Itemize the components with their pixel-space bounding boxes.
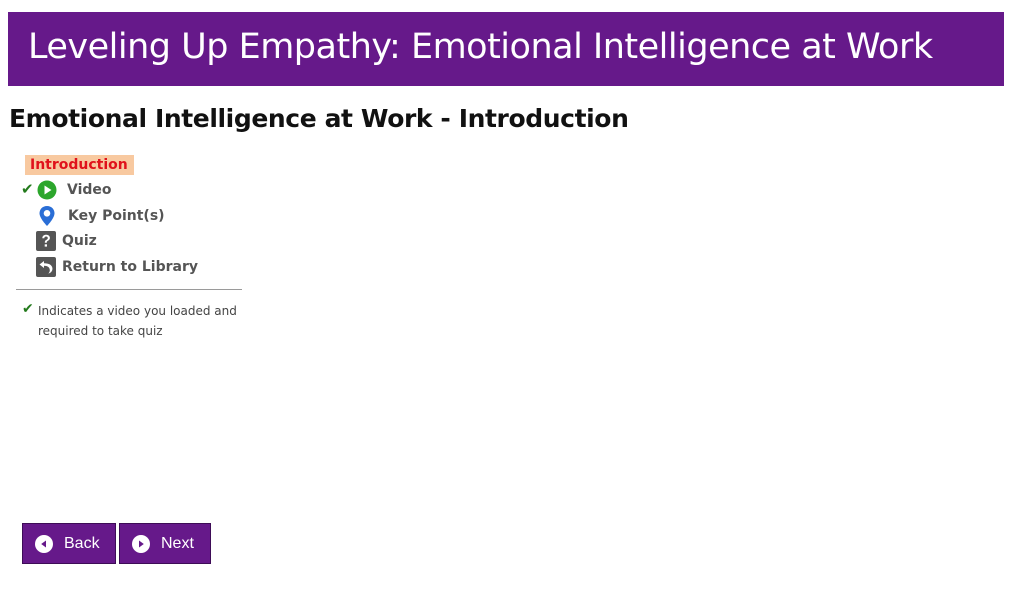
nav-item-video[interactable]: Video <box>37 179 112 201</box>
course-title: Leveling Up Empathy: Emotional Intellige… <box>28 27 933 67</box>
nav-item-label: Quiz <box>62 233 97 249</box>
checkmark-legend: Indicates a video you loaded and require… <box>38 304 237 338</box>
nav-item-return-to-library[interactable]: Return to Library <box>36 256 198 278</box>
nav-item-label: Key Point(s) <box>68 208 165 224</box>
nav-item-key-points[interactable]: Key Point(s) <box>38 205 165 227</box>
chevron-right-icon <box>132 534 150 553</box>
nav-item-label: Return to Library <box>62 259 198 275</box>
page-title: Emotional Intelligence at Work - Introdu… <box>9 104 629 133</box>
checkmark-icon: ✔ <box>22 301 34 317</box>
nav-item-quiz[interactable]: Quiz <box>36 230 97 252</box>
next-button[interactable]: Next <box>119 523 211 564</box>
return-arrow-icon <box>36 257 56 277</box>
section-label-introduction: Introduction <box>25 155 134 175</box>
map-pin-icon <box>38 205 56 227</box>
back-button-label: Back <box>64 534 100 552</box>
question-square-icon <box>36 231 56 251</box>
lesson-navigation: Introduction ✔ Video Key Point(s) Quiz R… <box>14 148 246 548</box>
divider <box>16 289 242 290</box>
back-button[interactable]: Back <box>22 523 116 564</box>
next-button-label: Next <box>161 534 194 552</box>
nav-item-label: Video <box>67 182 112 198</box>
play-circle-icon <box>37 180 57 200</box>
header-banner: Leveling Up Empathy: Emotional Intellige… <box>8 12 1004 86</box>
chevron-left-icon <box>35 534 53 553</box>
checkmark-icon: ✔ <box>21 180 34 198</box>
